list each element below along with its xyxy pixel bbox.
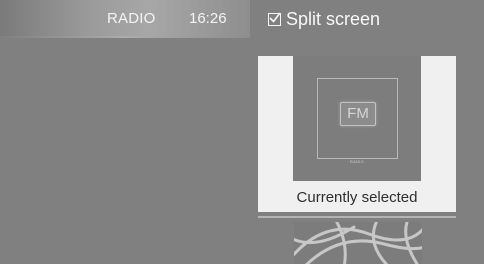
radio-screen: RADIO 16:26 Split screen FM RADIO Curren… (0, 0, 484, 264)
fm-icon: FM (340, 102, 376, 126)
source-thumbnail: FM RADIO (293, 56, 421, 181)
split-screen-toggle[interactable]: Split screen (268, 9, 380, 29)
checkbox-checked-icon[interactable] (268, 12, 281, 26)
split-screen-label: Split screen (286, 8, 381, 29)
currently-selected-label: Currently selected (296, 189, 418, 206)
clock: 16:26 (189, 10, 227, 27)
selected-source-card[interactable]: FM RADIO Currently selected (258, 56, 456, 212)
next-source-thumbnail[interactable] (294, 222, 422, 264)
thumbnail-caption: RADIO (349, 159, 365, 164)
status-bar-divider (0, 36, 250, 38)
abstract-lines-icon (294, 222, 422, 264)
thumbnail-frame: FM (317, 78, 398, 159)
source-label: RADIO (107, 10, 156, 27)
card-divider (258, 216, 456, 218)
